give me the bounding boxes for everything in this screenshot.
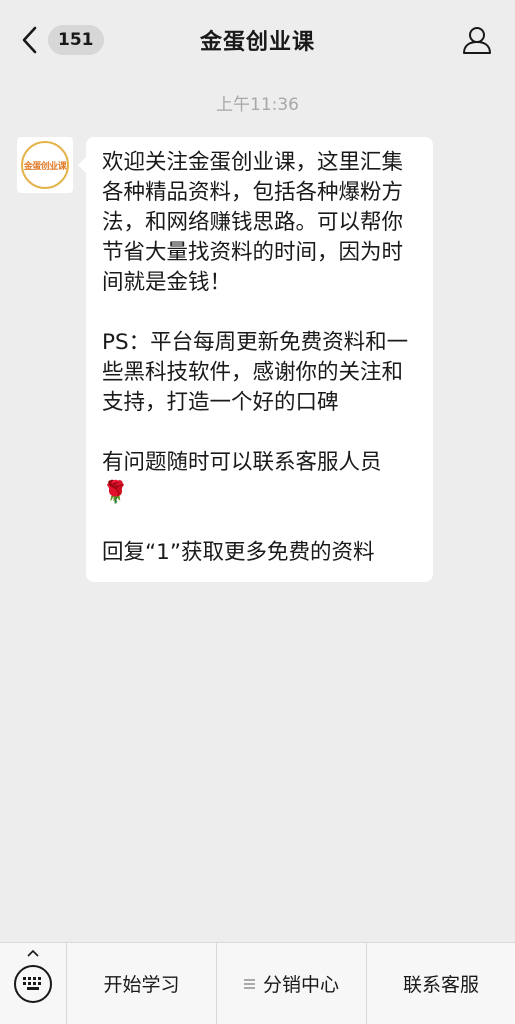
menu-contact-service-label: 联系客服 (402, 974, 479, 996)
logo-ring: 金蛋创业课 (21, 141, 69, 189)
menu-distribution-center-label: 分销中心 (262, 974, 339, 996)
rose-emoji: 🌹 (102, 480, 129, 505)
submenu-lines-icon (243, 978, 255, 989)
message-paragraph-reply: 回复“1”获取更多免费的资料 (102, 540, 375, 565)
chevron-left-icon (22, 26, 37, 54)
top-bar: 151 金蛋创业课 (0, 0, 515, 80)
bottom-menu-bar: 开始学习 分销中心 联系客服 (0, 942, 515, 1024)
message-paragraph-welcome: 欢迎关注金蛋创业课，这里汇集各种精品资料，包括各种爆粉方法，和网络赚钱思路。可以… (102, 150, 404, 295)
menu-distribution-center[interactable]: 分销中心 (216, 942, 366, 1024)
chat-page: 151 金蛋创业课 上午11:36 金蛋创业课 欢迎关注金蛋创业课，这里汇集各种… (0, 0, 515, 1024)
keyboard-toggle-button[interactable] (0, 943, 66, 1024)
menu-start-learning-label: 开始学习 (103, 974, 180, 996)
message-timestamp: 上午11:36 (216, 95, 299, 115)
keyboard-icon (14, 964, 52, 1003)
unread-count-badge: 151 (48, 25, 104, 55)
menu-contact-service[interactable]: 联系客服 (366, 942, 515, 1024)
page-title: 金蛋创业课 (199, 30, 315, 55)
message-paragraph-contact: 有问题随时可以联系客服人员 (102, 450, 382, 475)
message-paragraph-ps: PS：平台每周更新免费资料和一些黑科技软件，感谢你的关注和支持，打造一个好的口碑 (102, 330, 409, 415)
profile-icon[interactable] (461, 24, 493, 56)
menu-start-learning[interactable]: 开始学习 (66, 942, 216, 1024)
message-bubble[interactable]: 欢迎关注金蛋创业课，这里汇集各种精品资料，包括各种爆粉方法，和网络赚钱思路。可以… (78, 137, 433, 582)
sender-avatar[interactable]: 金蛋创业课 (17, 137, 73, 193)
caret-up-icon (27, 949, 39, 957)
avatar-logo-text: 金蛋创业课 (23, 161, 67, 172)
back-button[interactable]: 151 (18, 23, 104, 57)
